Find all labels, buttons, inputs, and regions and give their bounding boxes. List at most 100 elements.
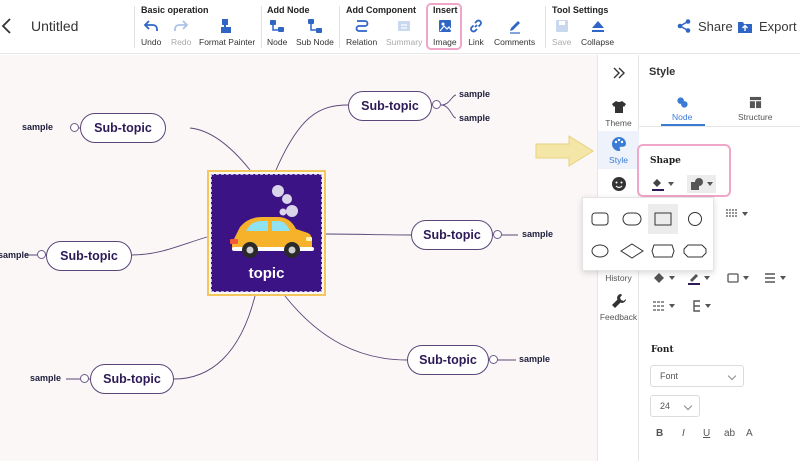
format-painter-label: Format Painter [199, 37, 256, 47]
connector-style-dropdown[interactable] [688, 299, 711, 313]
export-icon [738, 22, 752, 33]
save-button[interactable]: Save [552, 18, 571, 47]
leaf-node[interactable]: sample [0, 250, 29, 260]
sidebar-item-theme[interactable]: Theme [598, 97, 639, 129]
font-family-select[interactable]: Font [650, 365, 744, 387]
format-painter-button[interactable]: Format Painter [199, 18, 255, 47]
chevron-down-icon [742, 212, 748, 216]
sidebar-item-feedback[interactable]: Feedback [598, 293, 639, 322]
redo-label: Redo [171, 37, 192, 47]
collapse-label: Collapse [581, 37, 615, 47]
divider [134, 6, 135, 48]
tab-node[interactable]: Node [672, 96, 692, 122]
sidebar-item-history[interactable]: History [598, 273, 639, 283]
border-weight-dropdown[interactable] [763, 271, 786, 285]
text-case-button[interactable]: ab [724, 428, 735, 439]
undo-button[interactable]: Undo [141, 18, 161, 47]
comments-button[interactable]: Comments [494, 18, 535, 47]
central-topic[interactable]: topic [207, 170, 326, 296]
line-style-icon [726, 209, 738, 217]
share-button[interactable]: Share [676, 18, 733, 34]
group-add-component: Add Component [346, 5, 416, 15]
subtopic-node[interactable]: Sub-topic [411, 220, 493, 250]
shape-option-circle[interactable] [680, 204, 710, 234]
car-icon [230, 185, 314, 258]
chevron-down-icon [704, 276, 710, 280]
italic-button[interactable]: I [682, 428, 685, 439]
shape-dropdown[interactable] [687, 175, 716, 193]
border-fill-dropdown[interactable] [652, 271, 675, 285]
collapse-panel-button[interactable] [598, 65, 639, 84]
subtopic-node[interactable]: Sub-topic [348, 91, 432, 121]
back-arrow-icon[interactable] [0, 16, 14, 36]
summary-label: Summary [386, 37, 423, 47]
link-button[interactable]: Link [468, 18, 484, 47]
shape-option-ellipse[interactable] [585, 236, 615, 266]
leaf-node[interactable]: sample [22, 122, 53, 132]
subtopic-node[interactable]: Sub-topic [407, 345, 489, 375]
share-label: Share [698, 18, 733, 34]
group-add-node: Add Node [267, 5, 310, 15]
font-section-label: Font [651, 345, 674, 355]
sub-node-button[interactable]: Sub Node [296, 18, 334, 47]
collapse-button[interactable]: Collapse [581, 18, 614, 47]
subtopic-node[interactable]: Sub-topic [46, 241, 132, 271]
collapse-toggle[interactable] [493, 230, 502, 239]
shape-option-pill[interactable] [617, 204, 647, 234]
collapse-toggle[interactable] [80, 374, 89, 383]
sidebar-item-label: Feedback [599, 312, 638, 322]
border-shape-dropdown[interactable] [726, 271, 749, 285]
sidebar-item-style[interactable]: Style [598, 131, 639, 169]
export-button[interactable]: Export [737, 18, 797, 34]
relation-label: Relation [346, 37, 378, 47]
diamond-icon [620, 243, 644, 259]
font-size-value: 24 [660, 401, 671, 411]
collapse-toggle[interactable] [432, 100, 441, 109]
border-color-dropdown[interactable] [687, 271, 710, 285]
redo-button[interactable]: Redo [171, 18, 191, 47]
line-style-dropdown[interactable] [725, 207, 748, 221]
border-dash-dropdown[interactable] [652, 299, 675, 313]
tab-structure[interactable]: Structure [738, 96, 773, 122]
square-outline-icon [727, 273, 739, 283]
sidebar-item-label: Style [609, 155, 628, 165]
leaf-node[interactable]: sample [30, 373, 61, 383]
shape-option-octagon[interactable] [680, 236, 710, 266]
chevron-down-icon [669, 304, 675, 308]
collapse-toggle[interactable] [70, 123, 79, 132]
circle-icon [688, 212, 702, 226]
toolbar: Untitled Basic operation Undo Redo Forma… [0, 0, 800, 54]
shape-option-rectangle[interactable] [648, 204, 678, 234]
underline-button[interactable]: U [703, 428, 710, 439]
leaf-node[interactable]: sample [522, 229, 553, 239]
collapse-toggle[interactable] [489, 355, 498, 364]
leaf-node[interactable]: sample [459, 89, 490, 99]
shape-option-hexagon[interactable] [648, 236, 678, 266]
node-button[interactable]: Node [267, 18, 287, 47]
link-icon [470, 19, 482, 33]
divider [339, 6, 340, 48]
collapse-icon [591, 21, 604, 32]
palette-icon [611, 137, 626, 151]
sidebar-item-icon[interactable] [598, 176, 639, 195]
shape-option-diamond[interactable] [617, 236, 647, 266]
summary-button[interactable]: Summary [386, 18, 422, 47]
connector-icon [693, 300, 700, 312]
font-size-select[interactable]: 24 [650, 395, 700, 417]
shape-section: Shape [637, 144, 731, 197]
subtopic-node[interactable]: Sub-topic [90, 364, 174, 394]
shape-option-rounded-square[interactable] [585, 204, 615, 234]
subtopic-node[interactable]: Sub-topic [80, 113, 166, 143]
leaf-node[interactable]: sample [459, 113, 490, 123]
document-title[interactable]: Untitled [31, 18, 78, 34]
chevron-down-icon [683, 401, 693, 411]
rectangle-icon [654, 212, 672, 226]
fill-color-dropdown[interactable] [651, 177, 674, 191]
bold-button[interactable]: B [656, 428, 663, 439]
text-color-button[interactable]: A [746, 428, 753, 439]
leaf-node[interactable]: sample [519, 354, 550, 364]
relation-button[interactable]: Relation [346, 18, 377, 47]
mindmap-canvas[interactable]: sample Sub-topic sample Sub-topic sample… [0, 55, 597, 461]
collapse-toggle[interactable] [37, 250, 46, 259]
chevron-down-icon [707, 182, 713, 186]
